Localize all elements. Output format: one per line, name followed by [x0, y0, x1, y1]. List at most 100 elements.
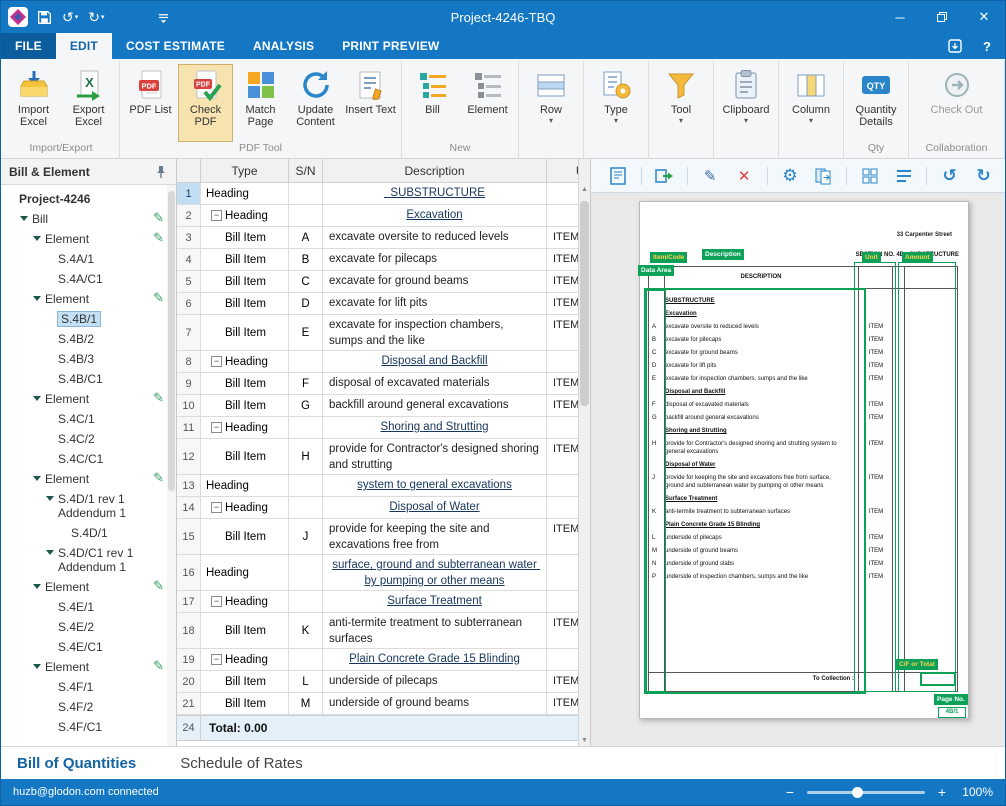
update-content-button[interactable]: Update Content: [288, 64, 343, 142]
pdf-page[interactable]: 33 Carpenter Street SECTION NO. 4B - SUB…: [639, 201, 969, 719]
delete-zone-button[interactable]: ✕: [733, 164, 756, 188]
tree-item[interactable]: S.4C/2: [1, 429, 176, 449]
tree-expander-icon[interactable]: [33, 476, 41, 481]
fit-width-button[interactable]: [892, 164, 915, 188]
tree-item[interactable]: Bill✎: [1, 209, 176, 229]
cf-total-badge[interactable]: C/F or Total: [896, 659, 938, 670]
tab-print-preview[interactable]: PRINT PREVIEW: [328, 33, 453, 59]
row-menu-button[interactable]: Row ▾: [522, 64, 580, 142]
tree-expander-icon[interactable]: [46, 550, 54, 555]
tab-file[interactable]: FILE: [1, 33, 56, 59]
element-button[interactable]: Element: [460, 64, 515, 142]
collapse-icon[interactable]: −: [211, 596, 222, 607]
scroll-up-arrow[interactable]: ▲: [579, 186, 590, 193]
insert-text-button[interactable]: Insert Text: [343, 64, 398, 142]
quantity-details-button[interactable]: QTY Quantity Details: [847, 64, 905, 142]
maximize-button[interactable]: [921, 1, 963, 33]
boq-row[interactable]: 9Bill ItemFdisposal of excavated materia…: [177, 373, 591, 395]
pdf-viewer[interactable]: 33 Carpenter Street SECTION NO. 4B - SUB…: [591, 193, 1005, 746]
boq-row[interactable]: 2−HeadingExcavation: [177, 205, 591, 227]
tree-item[interactable]: Element✎: [1, 469, 176, 489]
grid-scrollbar[interactable]: ▲ ▼: [578, 159, 590, 746]
apply-to-pages-button[interactable]: [812, 164, 835, 188]
description-column-header[interactable]: Description: [323, 159, 547, 182]
boq-row[interactable]: 20Bill ItemLunderside of pilecapsITEM: [177, 671, 591, 693]
data-area-badge[interactable]: Data Area: [638, 265, 674, 276]
boq-row[interactable]: 18Bill ItemKanti-termite treatment to su…: [177, 613, 591, 649]
type-menu-button[interactable]: Type ▾: [587, 64, 645, 142]
boq-row[interactable]: 4Bill ItemBexcavate for pilecapsITEM: [177, 249, 591, 271]
boq-row[interactable]: 3Bill ItemAexcavate oversite to reduced …: [177, 227, 591, 249]
boq-row[interactable]: 1Heading SUBSTRUCTURE: [177, 183, 591, 205]
scroll-down-arrow[interactable]: ▼: [579, 737, 590, 744]
data-area-zone-box[interactable]: [644, 288, 866, 694]
undo-dropdown-icon[interactable]: ▾: [75, 14, 79, 21]
collapse-icon[interactable]: −: [211, 422, 222, 433]
tree-item[interactable]: Element✎: [1, 657, 176, 677]
tree-item[interactable]: S.4A/1: [1, 249, 176, 269]
check-out-button[interactable]: Check Out: [928, 64, 986, 142]
tree-item[interactable]: Element✎: [1, 289, 176, 309]
boq-row[interactable]: 7Bill ItemEexcavate for inspection chamb…: [177, 315, 591, 351]
pin-icon[interactable]: [154, 165, 168, 179]
help-button[interactable]: ?: [977, 36, 997, 56]
minimize-button[interactable]: ─: [879, 1, 921, 33]
tool-menu-button[interactable]: Tool ▾: [652, 64, 710, 142]
tree-expander-icon[interactable]: [20, 216, 28, 221]
amount-zone-box[interactable]: [898, 262, 956, 692]
bill-button[interactable]: Bill: [405, 64, 460, 142]
tab-analysis[interactable]: ANALYSIS: [239, 33, 328, 59]
tree-item[interactable]: S.4B/2: [1, 329, 176, 349]
tree-item[interactable]: S.4F/1: [1, 677, 176, 697]
unit-badge[interactable]: Unit: [862, 252, 881, 263]
customize-quick-access-button[interactable]: [157, 11, 170, 24]
match-page-button[interactable]: Match Page: [233, 64, 288, 142]
tree-item[interactable]: S.4A/C1: [1, 269, 176, 289]
tree-item[interactable]: S.4F/2: [1, 697, 176, 717]
edit-pencil-icon[interactable]: ✎: [153, 291, 164, 305]
edit-pencil-icon[interactable]: ✎: [153, 231, 164, 245]
undo-rotate-button[interactable]: ↺: [938, 164, 961, 188]
tree-item[interactable]: Project-4246: [1, 189, 176, 209]
type-column-header[interactable]: Type: [201, 159, 289, 182]
tree-item[interactable]: S.4F/C1: [1, 717, 176, 737]
tab-cost-estimate[interactable]: COST ESTIMATE: [112, 33, 239, 59]
tree-expander-icon[interactable]: [33, 296, 41, 301]
clipboard-menu-button[interactable]: Clipboard ▾: [717, 64, 775, 142]
tree-item[interactable]: S.4E/C1: [1, 637, 176, 657]
redo-button[interactable]: ↻▾: [88, 10, 104, 24]
tree-item[interactable]: S.4B/3: [1, 349, 176, 369]
description-badge[interactable]: Description: [702, 249, 744, 260]
import-excel-button[interactable]: Import Excel: [6, 64, 61, 142]
tree-item[interactable]: S.4D/1 rev 1 Addendum 1: [1, 489, 176, 523]
scrollbar-thumb[interactable]: [168, 191, 175, 491]
tree-item[interactable]: S.4E/1: [1, 597, 176, 617]
collapse-icon[interactable]: −: [211, 502, 222, 513]
tree-expander-icon[interactable]: [33, 664, 41, 669]
zone-settings-button[interactable]: ⚙: [779, 164, 802, 188]
zoom-slider-handle[interactable]: [852, 787, 863, 798]
amount-badge[interactable]: Amount: [902, 252, 933, 263]
tree-item[interactable]: S.4B/C1: [1, 369, 176, 389]
column-menu-button[interactable]: Column ▾: [782, 64, 840, 142]
boq-row[interactable]: 6Bill ItemDexcavate for lift pitsITEM: [177, 293, 591, 315]
page-no-zone-box[interactable]: 4B/1: [938, 707, 966, 718]
undo-button[interactable]: ↺▾: [62, 10, 78, 24]
save-button[interactable]: [37, 10, 52, 25]
tree-expander-icon[interactable]: [46, 496, 54, 501]
tree-item[interactable]: S.4E/2: [1, 617, 176, 637]
page-no-badge[interactable]: Page No.: [934, 694, 968, 705]
boq-row[interactable]: 19−HeadingPlain Concrete Grade 15 Blindi…: [177, 649, 591, 671]
sn-column-header[interactable]: S/N: [289, 159, 323, 182]
edit-zone-button[interactable]: ✎: [699, 164, 722, 188]
tree-item[interactable]: Element✎: [1, 229, 176, 249]
tree-item[interactable]: S.4B/1: [1, 309, 176, 329]
item-code-badge[interactable]: Item/Code: [650, 252, 687, 263]
sidebar-scrollbar[interactable]: [167, 185, 176, 746]
boq-row[interactable]: 11−HeadingShoring and Strutting: [177, 417, 591, 439]
boq-row[interactable]: 16Headingsurface, ground and subterranea…: [177, 555, 591, 591]
scrollbar-thumb[interactable]: [580, 201, 589, 406]
tree-item[interactable]: S.4C/C1: [1, 449, 176, 469]
cf-total-zone-box[interactable]: [920, 672, 956, 686]
tree-item[interactable]: Element✎: [1, 389, 176, 409]
